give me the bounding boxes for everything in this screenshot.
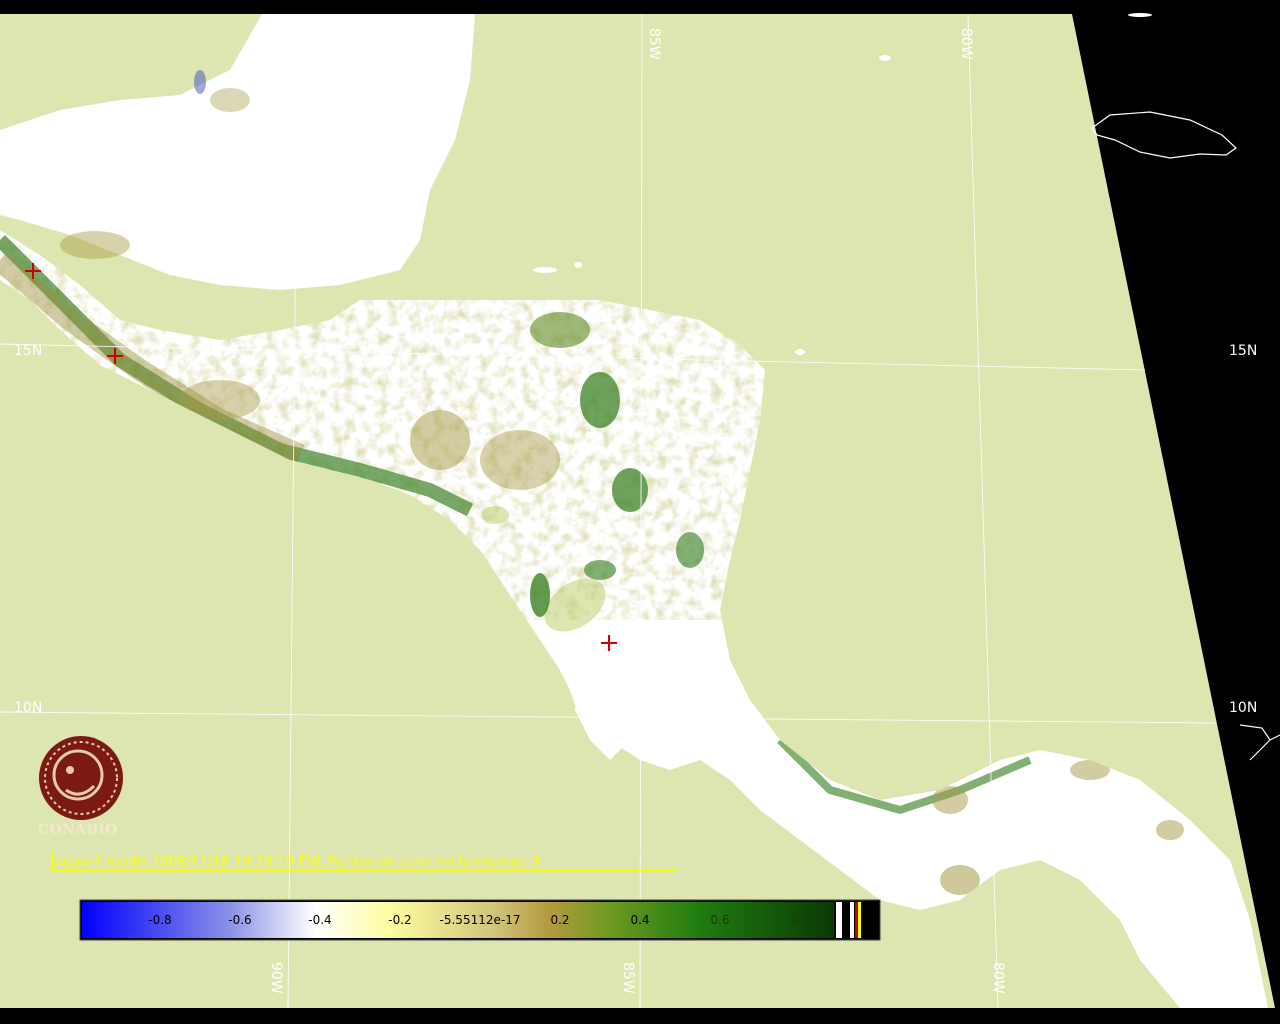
grid-label-90w-bottom: 90W	[268, 962, 284, 994]
colorbar-tick-label: -0.4	[308, 913, 331, 927]
colorbar-tick-label: 0.2	[550, 913, 569, 927]
grid-label-15n-right: 15N	[1229, 343, 1257, 359]
colorbar-tick-label: -5.55112e-17	[440, 913, 521, 927]
logo-text: CONABIO	[38, 822, 118, 838]
island-bay	[533, 267, 557, 273]
island-swan	[574, 262, 582, 268]
grid-label-85w-top: 85W	[646, 28, 662, 60]
colorbar-tick-label: -0.8	[148, 913, 171, 927]
map-canvas: 15N 15N 10N 10N 85W 80W 90W 85W 80W -0.8…	[0, 0, 1280, 1024]
colorbar-tick-label: 0.6	[710, 913, 729, 927]
colorbar-tick-label: -0.2	[388, 913, 411, 927]
scene-caption: aqua-1 modis 2008/11/18 19:20:19 EVI, Pu…	[52, 851, 678, 871]
grid-label-80w-bottom: 80W	[990, 962, 1006, 994]
colorbar-tick-label: -0.6	[228, 913, 251, 927]
conabio-logo	[39, 736, 123, 820]
grid-label-10n-right: 10N	[1229, 700, 1257, 716]
colorbar-tick-label: 0.4	[630, 913, 649, 927]
grid-label-15n-left: 15N	[14, 343, 42, 359]
colorbar-tick-label: 0.8	[790, 913, 809, 927]
colorbar: -0.8 -0.6 -0.4 -0.2 -5.55112e-17 0.2 0.4 0.6 0.8	[79, 899, 881, 941]
grid-label-10n-left: 10N	[14, 700, 42, 716]
grid-label-85w-bottom: 85W	[620, 962, 636, 994]
grid-label-80w-top: 80W	[958, 28, 974, 60]
